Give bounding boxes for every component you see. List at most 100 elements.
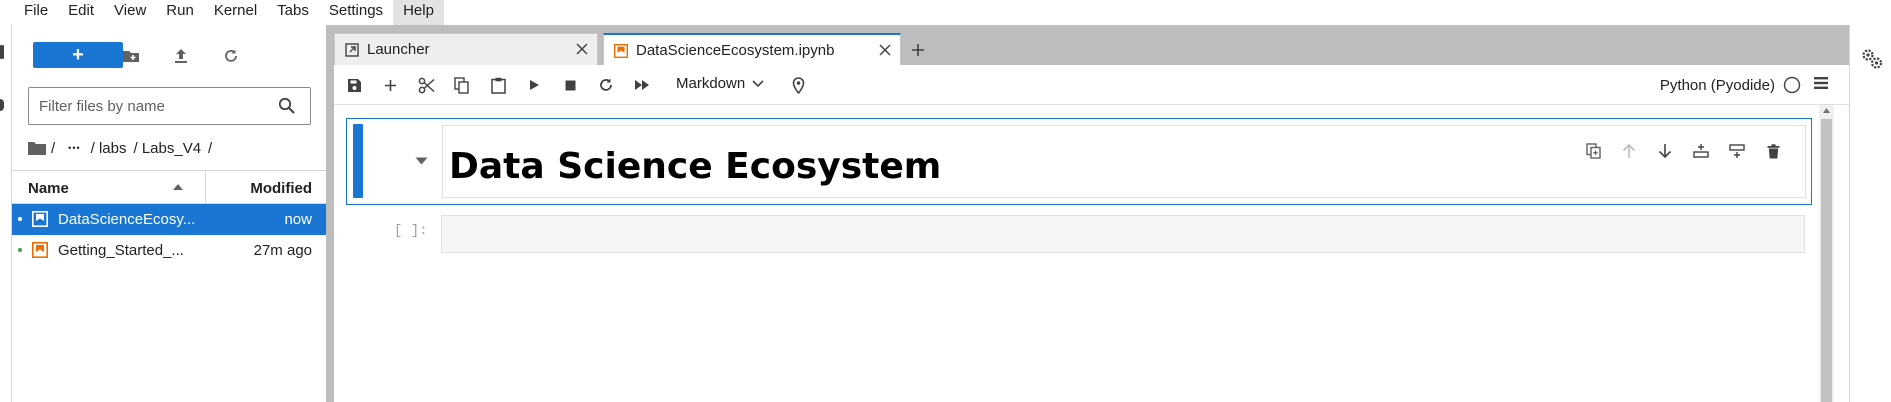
save-button[interactable] [342,73,366,97]
copy-button[interactable] [450,73,474,97]
menu-file[interactable]: File [14,0,58,25]
launcher-icon [345,42,359,57]
tab-label: DataScienceEcosystem.ipynb [636,42,835,59]
new-launcher-button[interactable]: + [33,42,123,68]
markdown-output[interactable]: Data Science Ecosystem [442,125,1806,198]
menu-bar: File Edit View Run Kernel Tabs Settings … [0,0,1891,25]
new-folder-button[interactable] [119,44,143,68]
upload-button[interactable] [169,44,193,68]
insert-cell-button[interactable] [378,73,402,97]
name-column-header[interactable]: Name [28,180,69,197]
notebook-cells: Data Science Ecosystem []: [334,105,1834,402]
breadcrumb-root[interactable]: / [51,140,55,157]
breadcrumb-labs-v4[interactable]: / Labs_V4 [133,140,201,157]
fast-forward-icon [635,80,649,90]
paste-button[interactable] [486,73,510,97]
file-modified: 27m ago [253,242,312,259]
restart-kernel-button[interactable] [594,73,618,97]
notebook-icon [614,43,628,58]
scroll-up-arrow-icon[interactable] [1822,107,1831,114]
plus-icon [912,44,924,56]
menu-view[interactable]: View [104,0,156,25]
interrupt-button[interactable] [558,73,582,97]
notebook-panel: Markdown Python (Pyodide) Data Science E… [334,65,1849,402]
breadcrumb: / ••• / labs / Labs_V4 / [28,137,219,159]
running-indicator [18,217,22,221]
menu-edit[interactable]: Edit [58,0,104,25]
scroll-thumb[interactable] [1821,119,1832,402]
insert-below-icon [1729,144,1745,158]
file-browser-toolbar: + [12,41,326,71]
panel-splitter[interactable] [326,25,334,402]
cell-collapser[interactable] [353,124,363,198]
file-name: Getting_Started_... [58,242,184,259]
stop-icon [565,80,575,90]
menu-tabs[interactable]: Tabs [267,0,319,25]
filter-files-input[interactable] [28,87,311,125]
caret-down-icon[interactable] [415,157,428,165]
menu-kernel[interactable]: Kernel [204,0,267,25]
close-icon[interactable] [575,42,589,56]
file-row[interactable]: Getting_Started_... 27m ago [12,235,326,266]
running-indicator [18,248,22,252]
file-row[interactable]: DataScienceEcosy... now [12,204,326,235]
file-name: DataScienceEcosy... [58,211,196,228]
kernel-name[interactable]: Python (Pyodide) [1660,77,1775,94]
tab-launcher[interactable]: Launcher [334,33,598,65]
arrow-up-icon [1622,143,1636,158]
notebook-toolbar: Markdown Python (Pyodide) [334,65,1849,105]
restart-run-all-button[interactable] [630,73,654,97]
run-button[interactable] [522,73,546,97]
menu-run[interactable]: Run [156,0,204,25]
sort-up-icon [173,184,183,190]
breadcrumb-labs[interactable]: / labs [91,140,127,157]
map-pin-icon [792,76,804,94]
close-icon[interactable] [878,43,892,57]
left-sidebar-strip [0,25,12,402]
jupyterlite-info-button[interactable] [786,73,810,97]
menu-help[interactable]: Help [393,0,444,25]
notebook-scrollbar[interactable] [1819,105,1834,402]
add-tab-button[interactable] [904,37,932,63]
file-browser: + / [12,25,326,402]
cell-toolbar [1581,139,1785,163]
notebook-icon [32,211,48,227]
breadcrumb-sep: / [208,139,213,157]
code-cell-editor[interactable] [441,215,1805,253]
move-down-button[interactable] [1653,139,1677,163]
tab-notebook[interactable]: DataScienceEcosystem.ipynb [603,33,901,66]
tab-bar: Launcher DataScienceEcosystem.ipynb [334,25,1849,66]
breadcrumb-ellipsis[interactable]: ••• [68,143,80,153]
play-icon [529,80,539,90]
menu-settings[interactable]: Settings [319,0,393,25]
property-inspector-gears-icon[interactable] [1860,47,1884,71]
trash-icon [1767,143,1779,158]
menu-icon[interactable] [1813,76,1829,90]
tab-label: Launcher [367,41,430,58]
insert-above-button[interactable] [1689,139,1713,163]
filter-input[interactable] [29,97,269,115]
modified-column-header[interactable]: Modified [250,180,312,197]
column-divider[interactable] [205,171,206,204]
duplicate-cell-button[interactable] [1581,139,1605,163]
insert-above-icon [1693,144,1709,158]
file-list-header: Name Modified [12,170,326,204]
running-tab-icon[interactable] [0,99,4,111]
markdown-cell[interactable]: Data Science Ecosystem [346,118,1812,205]
delete-cell-button[interactable] [1761,139,1785,163]
file-browser-tab-icon[interactable] [0,45,4,59]
refresh-icon [225,49,237,62]
right-sidebar-strip [1849,25,1891,402]
cut-button[interactable] [414,73,438,97]
cell-type-dropdown[interactable]: Markdown [676,75,764,92]
file-modified: now [284,211,312,228]
plus-icon [384,79,396,91]
folder-icon[interactable] [28,141,46,155]
new-folder-icon [123,51,139,62]
kernel-status-icon [1783,76,1801,94]
move-up-button[interactable] [1617,139,1641,163]
refresh-button[interactable] [219,44,243,68]
insert-below-button[interactable] [1725,139,1749,163]
paste-icon [490,77,506,94]
arrow-down-icon [1658,144,1672,159]
